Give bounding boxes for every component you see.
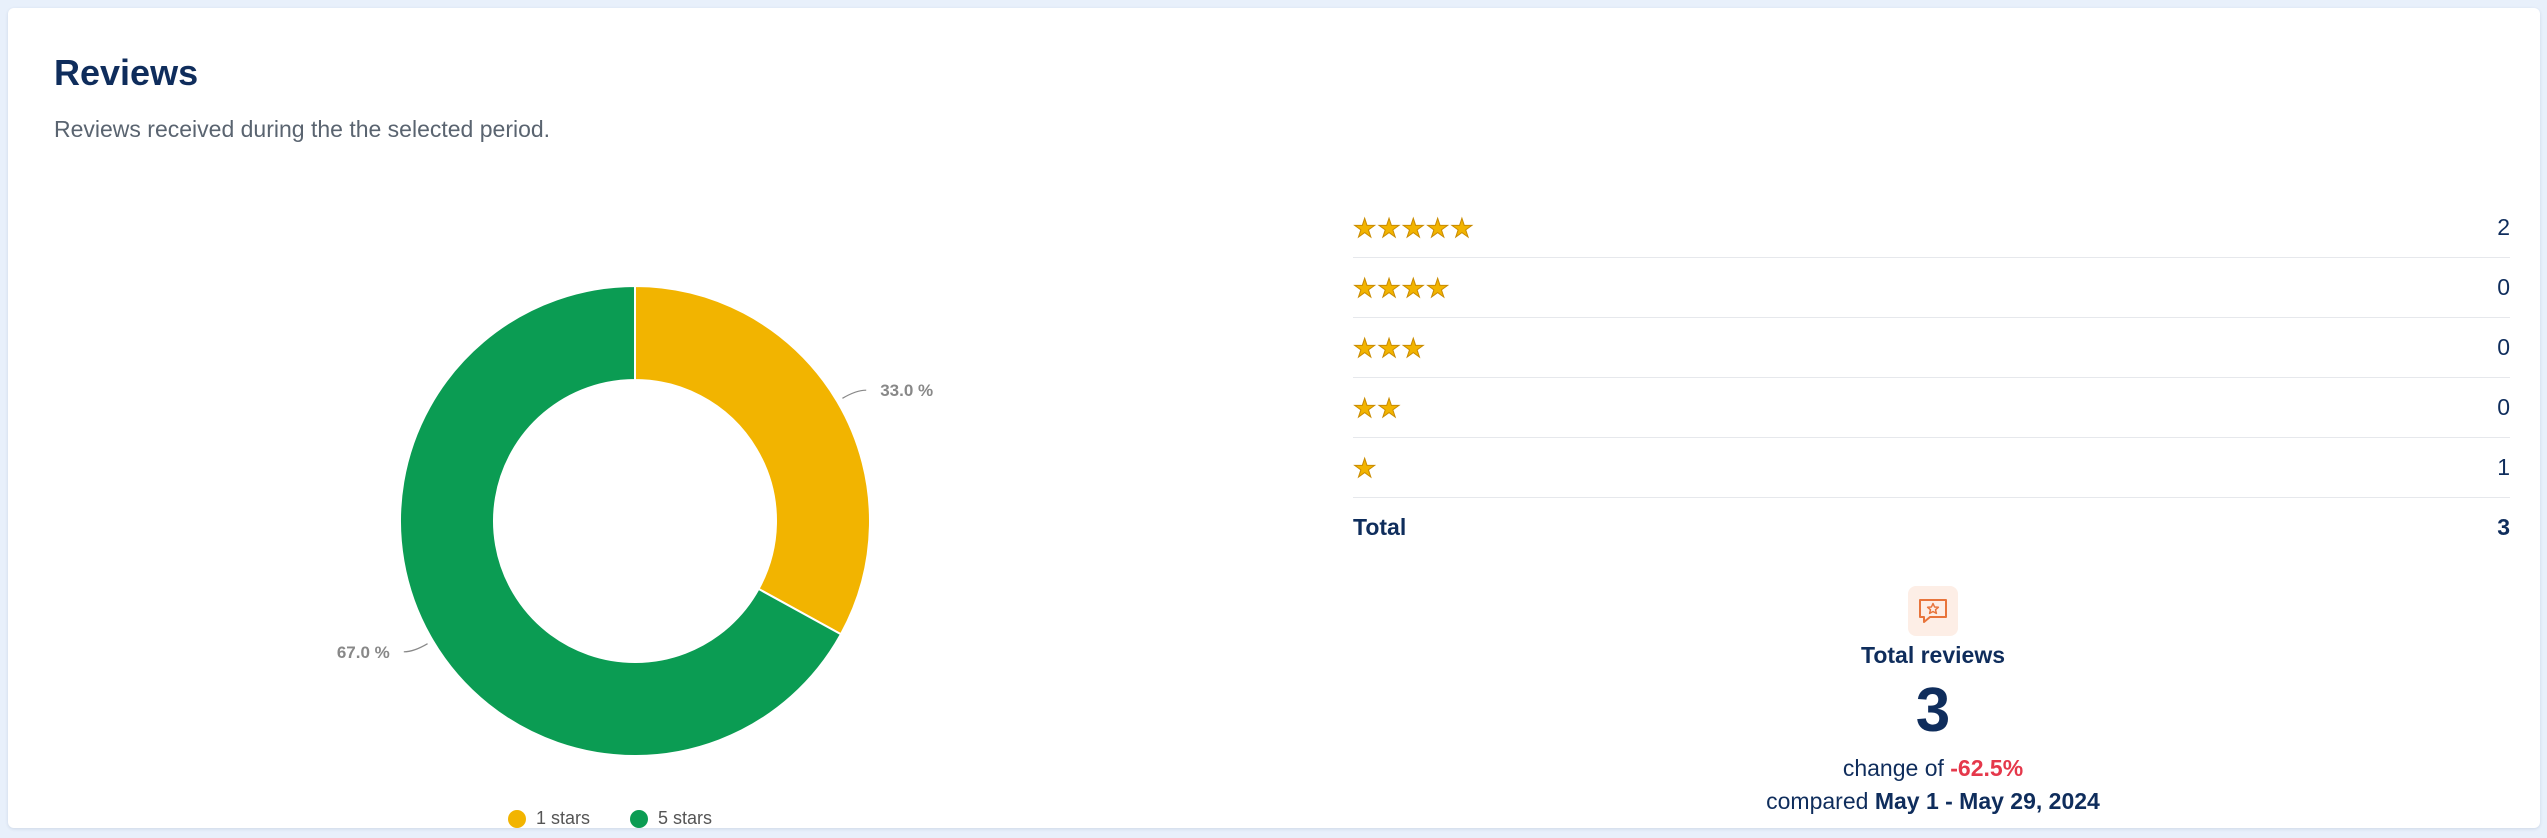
card-title: Reviews — [54, 52, 199, 93]
rating-total-row: Total 3 — [1353, 498, 2510, 557]
donut-chart-svg: 33.0 % 67.0 % — [337, 284, 933, 757]
legend-item[interactable]: 1 stars — [508, 808, 590, 828]
star-rating: ★ ★ — [1352, 392, 1401, 423]
rating-row: ★ ★ 0 — [1352, 378, 2510, 438]
donut-slice[interactable] — [634, 284, 871, 636]
compare-line: compared May 1 - May 29, 2024 — [1668, 788, 2198, 815]
star-icon: ★ — [1401, 212, 1425, 243]
star-rating: ★ ★ ★ ★ ★ — [1352, 212, 1474, 243]
slice-percent-label: 67.0 % — [337, 643, 390, 662]
legend-swatch — [508, 809, 526, 828]
star-icon: ★ — [1377, 272, 1401, 303]
star-icon: ★ — [1352, 212, 1377, 243]
legend-item[interactable]: 5 stars — [630, 808, 712, 828]
star-rating: ★ ★ ★ — [1352, 332, 1425, 363]
rating-row: ★ 1 — [1352, 438, 2510, 498]
legend-label: 1 stars — [536, 808, 591, 828]
star-icon: ★ — [1352, 392, 1377, 423]
rating-count: 1 — [2497, 454, 2510, 480]
rating-row: ★ ★ ★ 0 — [1352, 318, 2510, 378]
star-icon: ★ — [1377, 332, 1401, 363]
total-reviews-summary: Total reviews 3 change of -62.5% compare… — [1668, 586, 2198, 815]
legend-swatch — [630, 809, 649, 828]
slice-leader-line — [842, 389, 867, 399]
total-reviews-value: 3 — [1915, 676, 1951, 745]
change-line: change of -62.5% — [1668, 755, 2198, 782]
total-reviews-label: Total reviews — [1860, 642, 2006, 668]
star-rating: ★ — [1352, 452, 1377, 483]
star-icon: ★ — [1352, 272, 1377, 303]
rating-breakdown-table: ★ ★ ★ ★ ★ 2 ★ ★ ★ ★ 0 ★ ★ ★ 0 ★ ★ 0 ★ 1 Total 3 — [1352, 198, 2510, 557]
compare-period: May 1 - May 29, 2024 — [1874, 788, 2100, 815]
rating-row: ★ ★ ★ ★ ★ 2 — [1352, 198, 2510, 258]
donut-chart: 33.0 % 67.0 % — [8, 158, 1268, 828]
star-icon: ★ — [1425, 272, 1450, 303]
star-rating: ★ ★ ★ ★ — [1352, 272, 1450, 303]
review-bubble-star-icon — [1908, 586, 1958, 636]
chart-legend: 1 stars 5 stars — [508, 808, 712, 828]
slice-leader-line — [403, 643, 428, 653]
star-icon: ★ — [1401, 272, 1425, 303]
rating-count: 0 — [2497, 394, 2510, 420]
star-icon: ★ — [1450, 212, 1474, 243]
total-value: 3 — [2497, 514, 2510, 540]
star-icon: ★ — [1352, 452, 1377, 483]
star-icon: ★ — [1425, 212, 1450, 243]
total-label: Total — [1353, 514, 1407, 540]
rating-count: 2 — [2497, 214, 2510, 240]
star-icon: ★ — [1377, 392, 1401, 423]
rating-count: 0 — [2497, 274, 2510, 300]
rating-count: 0 — [2497, 334, 2510, 360]
slice-percent-label: 33.0 % — [880, 381, 933, 400]
compare-prefix: compared — [1766, 788, 1869, 815]
star-icon: ★ — [1377, 212, 1401, 243]
change-prefix: change of — [1842, 755, 1944, 782]
legend-label: 5 stars — [658, 808, 713, 828]
card-subtitle: Reviews received during the the selected… — [54, 116, 551, 142]
reviews-card: Reviews Reviews received during the the … — [8, 8, 2540, 828]
star-icon: ★ — [1401, 332, 1425, 363]
change-value: -62.5% — [1950, 755, 2024, 782]
star-icon: ★ — [1352, 332, 1377, 363]
rating-row: ★ ★ ★ ★ 0 — [1352, 258, 2510, 318]
